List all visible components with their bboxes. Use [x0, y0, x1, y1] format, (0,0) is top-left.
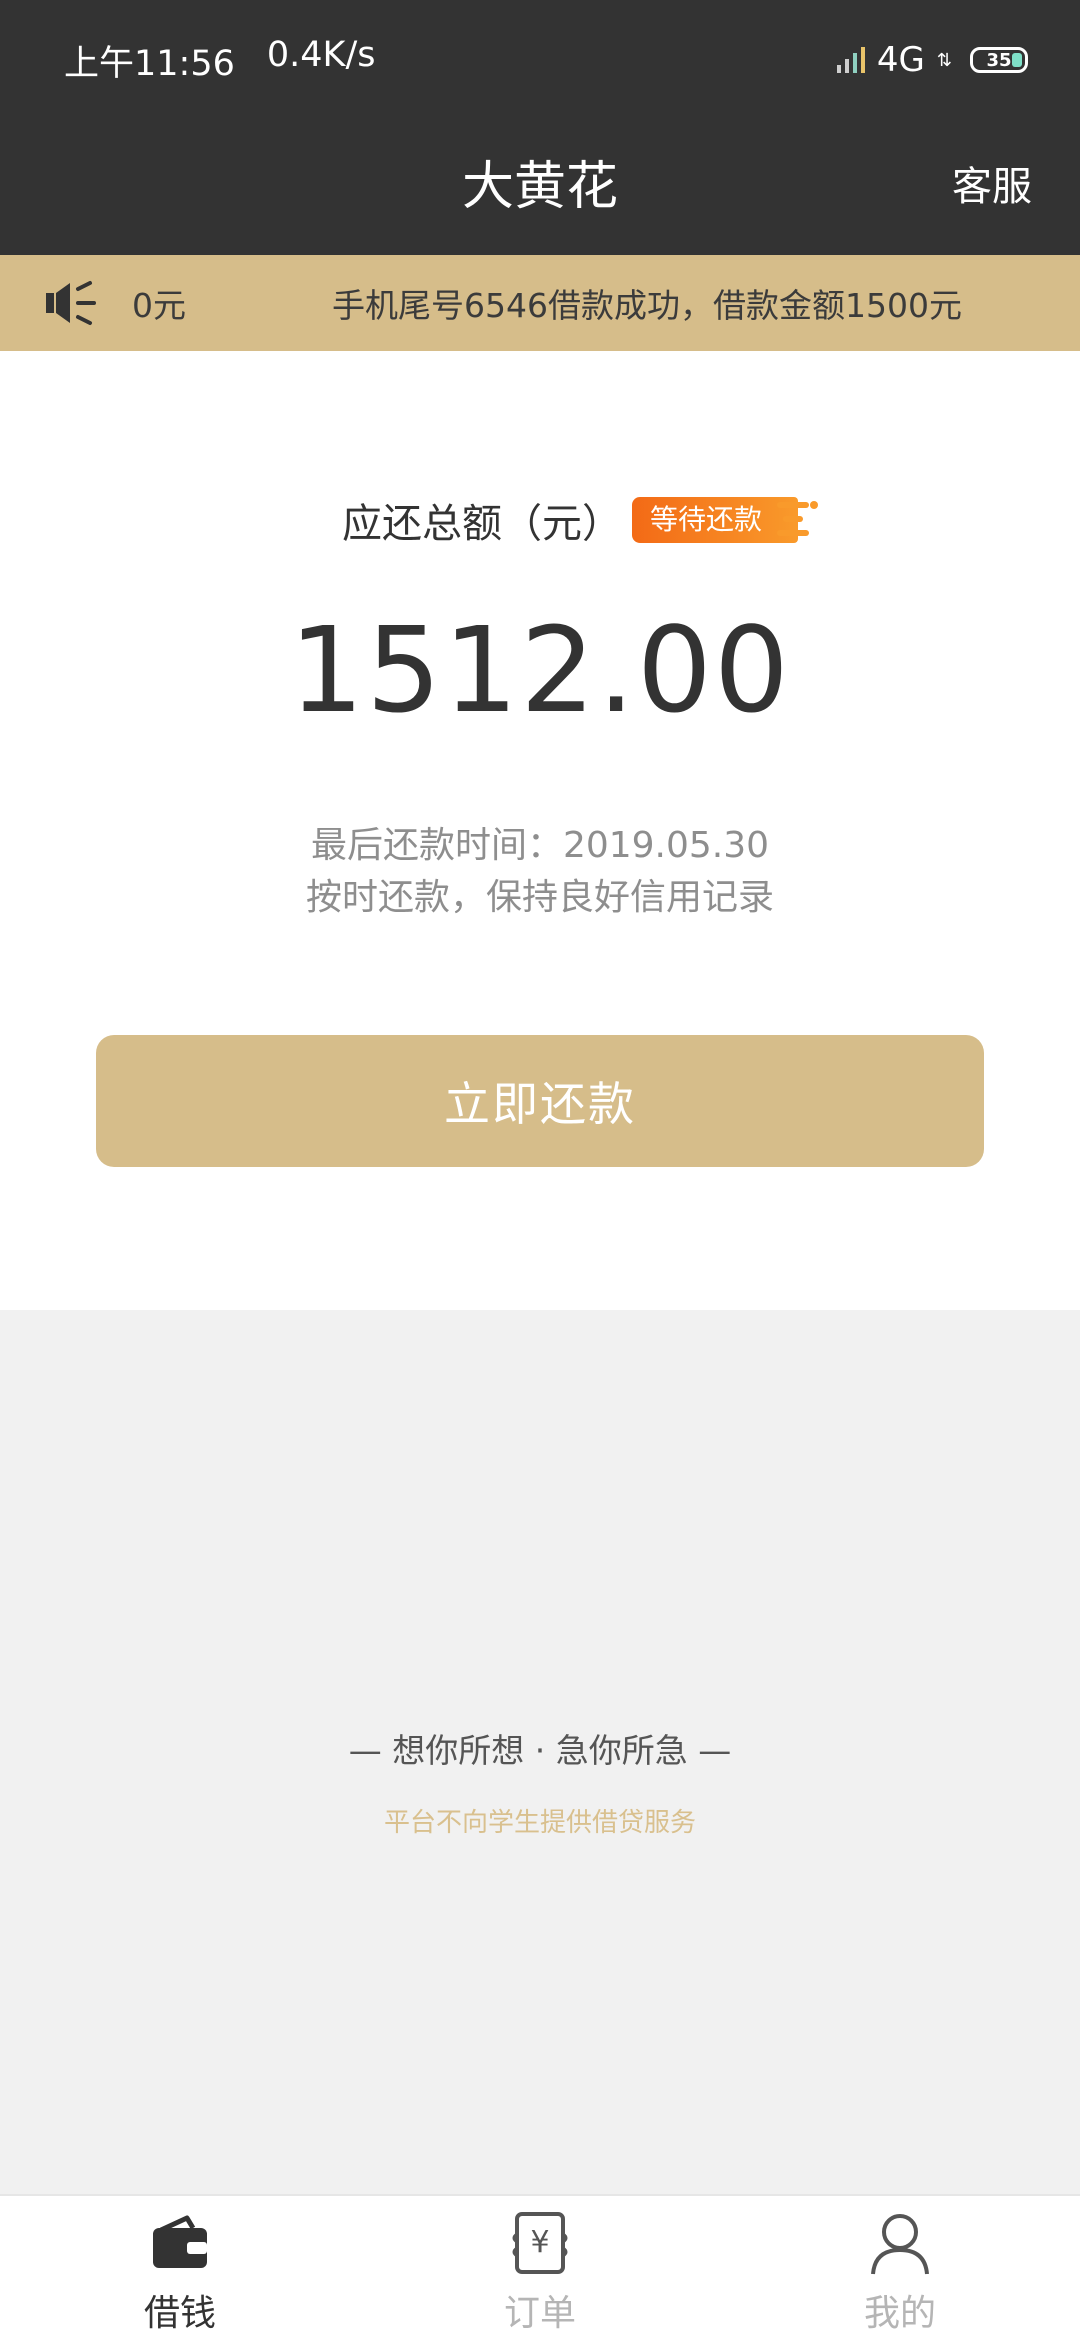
repayment-label-row: 应还总额（元） 等待还款 [0, 491, 1080, 549]
customer-service-button[interactable]: 客服 [952, 120, 1032, 255]
repay-now-button[interactable]: 立即还款 [96, 1035, 984, 1167]
badge-decoration-icon [777, 501, 818, 536]
svg-text:¥: ¥ [530, 2225, 549, 2260]
status-badge-text: 等待还款 [649, 503, 762, 536]
page-title: 大黄花 [461, 157, 618, 217]
info-area: — 想你所想 · 急你所急 — 平台不向学生提供借贷服务 [0, 1310, 1080, 2194]
signal-icon [836, 47, 865, 73]
bottom-tab-bar: 借钱 ¥ 订单 我的 [0, 2194, 1080, 2340]
repayment-amount: 1512.00 [289, 601, 791, 739]
disclaimer: 平台不向学生提供借贷服务 [383, 1808, 696, 1838]
repayment-total-label: 应还总额（元） [341, 501, 622, 547]
notice-scrolled-fragment: 0元 [132, 286, 186, 325]
status-bar: 上午11:56 0.4K/s 4G ⇅ 35 [0, 0, 1080, 120]
due-date: 最后还款时间：2019.05.30 [310, 825, 770, 866]
slogan: — 想你所想 · 急你所急 — [348, 1731, 732, 1770]
user-icon [871, 2214, 929, 2275]
wallet-icon [153, 2215, 207, 2268]
tab-borrow-label: 借钱 [143, 2293, 216, 2334]
status-badge: 等待还款 [631, 497, 818, 543]
status-time: 上午11:56 [64, 43, 235, 84]
status-speed: 0.4K/s [266, 34, 376, 75]
status-right: 4G ⇅ 35 [836, 40, 1028, 80]
speaker-icon [46, 281, 96, 325]
credit-hint: 按时还款，保持良好信用记录 [305, 877, 774, 918]
tab-mine[interactable]: 我的 [720, 2196, 1080, 2340]
header-bar: 大黄花 客服 [0, 120, 1080, 255]
status-left: 上午11:56 0.4K/s [64, 35, 376, 86]
notice-message: 手机尾号6546借款成功，借款金额1500元 [332, 286, 962, 325]
tab-orders-label: 订单 [503, 2293, 576, 2334]
repayment-card: 应还总额（元） 等待还款 1512.00 最后还款时间：2019.05.30 按… [0, 351, 1080, 1310]
tab-orders[interactable]: ¥ 订单 [360, 2196, 720, 2340]
tab-mine-label: 我的 [863, 2293, 936, 2334]
order-icon: ¥ [512, 2212, 568, 2274]
tab-borrow[interactable]: 借钱 [0, 2196, 360, 2340]
notice-bar: 0元 手机尾号6546借款成功，借款金额1500元 [0, 255, 1080, 351]
network-type: 4G [876, 40, 925, 80]
data-activity-icon: ⇅ [936, 49, 952, 71]
battery-icon: 35 [970, 47, 1028, 73]
battery-level: 35 [986, 49, 1012, 71]
